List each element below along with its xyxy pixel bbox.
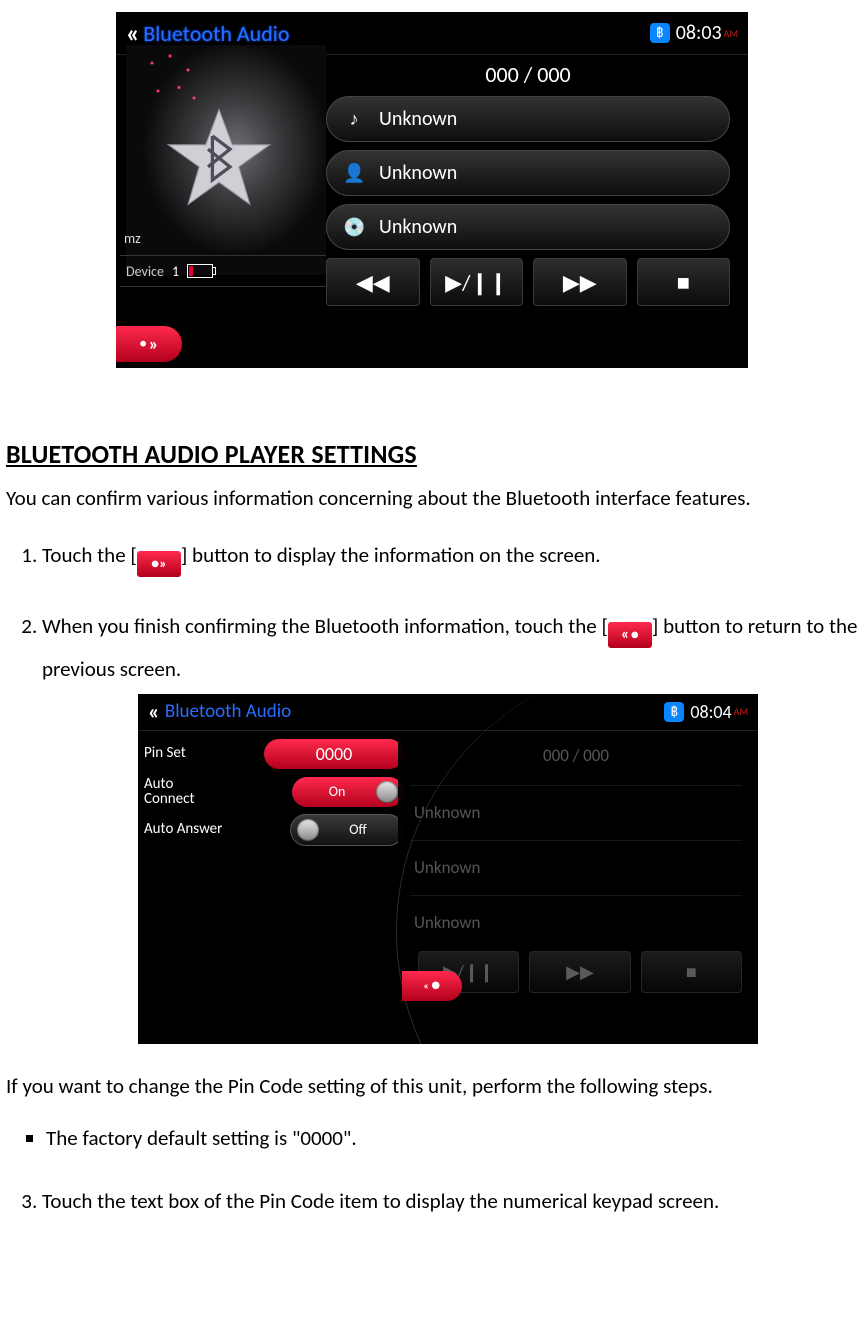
dim-controls: ▶/❙❙ ▶▶ ■	[418, 951, 742, 993]
doc-intro: You can confirm various information conc…	[6, 484, 858, 512]
autoconnect-label: Auto Connect	[144, 777, 224, 809]
doc-steps: Touch the [●»] button to display the inf…	[6, 534, 858, 1044]
doc-bullet-1: The factory default setting is "0000".	[46, 1123, 858, 1155]
artist-icon: 👤	[343, 162, 365, 184]
device-value: 1	[172, 263, 179, 280]
s1-clock: 08:03	[676, 21, 722, 45]
step1-text-b: ] button to display the information on t…	[181, 542, 601, 568]
expand-drawer-button[interactable]: ●»	[116, 326, 182, 362]
autoconnect-row: Auto Connect On	[144, 775, 404, 809]
autoanswer-value: Off	[319, 816, 397, 844]
device-label: Device	[126, 263, 164, 280]
track-value: Unknown	[379, 107, 457, 131]
step2-text-a: When you finish confirming the Bluetooth…	[42, 613, 608, 639]
album-row: 💿 Unknown	[326, 204, 730, 250]
bluetooth-star-icon	[164, 103, 274, 213]
pinset-textbox[interactable]: 0000	[264, 739, 404, 769]
autoanswer-row: Auto Answer Off	[144, 813, 404, 847]
doc-step-3: Touch the text box of the Pin Code item …	[42, 1180, 858, 1222]
doc-bullets: The factory default setting is "0000".	[6, 1123, 858, 1155]
s1-right-pane: 000 / 000 ♪ Unknown 👤 Unknown 💿 Unknown …	[326, 55, 748, 315]
autoanswer-label: Auto Answer	[144, 822, 224, 838]
toggle-knob	[297, 819, 319, 841]
artist-value: Unknown	[379, 161, 457, 185]
pinset-row: Pin Set 0000	[144, 737, 404, 771]
disc-icon: 💿	[343, 216, 365, 238]
expand-icon-inline: ●»	[137, 551, 181, 577]
step1-text-a: Touch the [	[42, 542, 137, 568]
s1-left-pane: mz Device 1	[116, 55, 326, 315]
autoconnect-value: On	[298, 778, 376, 806]
bluetooth-icon: ฿	[650, 23, 670, 43]
track-row: ♪ Unknown	[326, 96, 730, 142]
prev-button[interactable]: ◀◀	[326, 258, 420, 306]
play-controls: ◀◀ ▶/❙❙ ▶▶ ■	[326, 258, 730, 306]
doc-steps-cont: Touch the text box of the Pin Code item …	[6, 1180, 858, 1222]
collapse-drawer-button[interactable]: «●	[402, 971, 462, 1001]
screenshot-1: « Bluetooth Audio ฿ 08:03 AM mz Device 1	[116, 12, 748, 368]
track-counter: 000 / 000	[326, 61, 730, 88]
music-note-icon: ♪	[343, 108, 365, 130]
pinset-label: Pin Set	[144, 746, 224, 762]
doc-heading: BLUETOOTH AUDIO PLAYER SETTINGS	[6, 438, 858, 470]
document-body: BLUETOOTH AUDIO PLAYER SETTINGS You can …	[6, 438, 858, 1222]
playpause-button[interactable]: ▶/❙❙	[430, 258, 524, 306]
doc-para-2: If you want to change the Pin Code setti…	[6, 1072, 858, 1100]
doc-step-1: Touch the [●»] button to display the inf…	[42, 534, 858, 577]
device-row: Device 1	[120, 255, 326, 287]
collapse-icon-inline: ●	[608, 622, 652, 648]
album-value: Unknown	[379, 215, 457, 239]
doc-step-2: When you finish confirming the Bluetooth…	[42, 605, 858, 1044]
s1-title: Bluetooth Audio	[143, 20, 649, 47]
s1-ampm: AM	[724, 27, 738, 40]
autoconnect-toggle[interactable]: On	[292, 777, 404, 807]
stop-button[interactable]: ■	[637, 258, 731, 306]
autoanswer-toggle[interactable]: Off	[290, 814, 404, 846]
back-icon[interactable]: «	[148, 694, 155, 734]
artist-row: 👤 Unknown	[326, 150, 730, 196]
settings-panel: Pin Set 0000 Auto Connect On	[138, 731, 412, 1007]
battery-icon	[187, 264, 213, 278]
dim-stop: ■	[641, 951, 742, 993]
dim-next: ▶▶	[529, 951, 630, 993]
toggle-knob	[376, 781, 398, 803]
next-button[interactable]: ▶▶	[533, 258, 627, 306]
artist-text: mz	[124, 230, 141, 247]
screenshot-2: « Bluetooth Audio ฿ 08:04 AM Pin Set 000…	[138, 694, 758, 1044]
